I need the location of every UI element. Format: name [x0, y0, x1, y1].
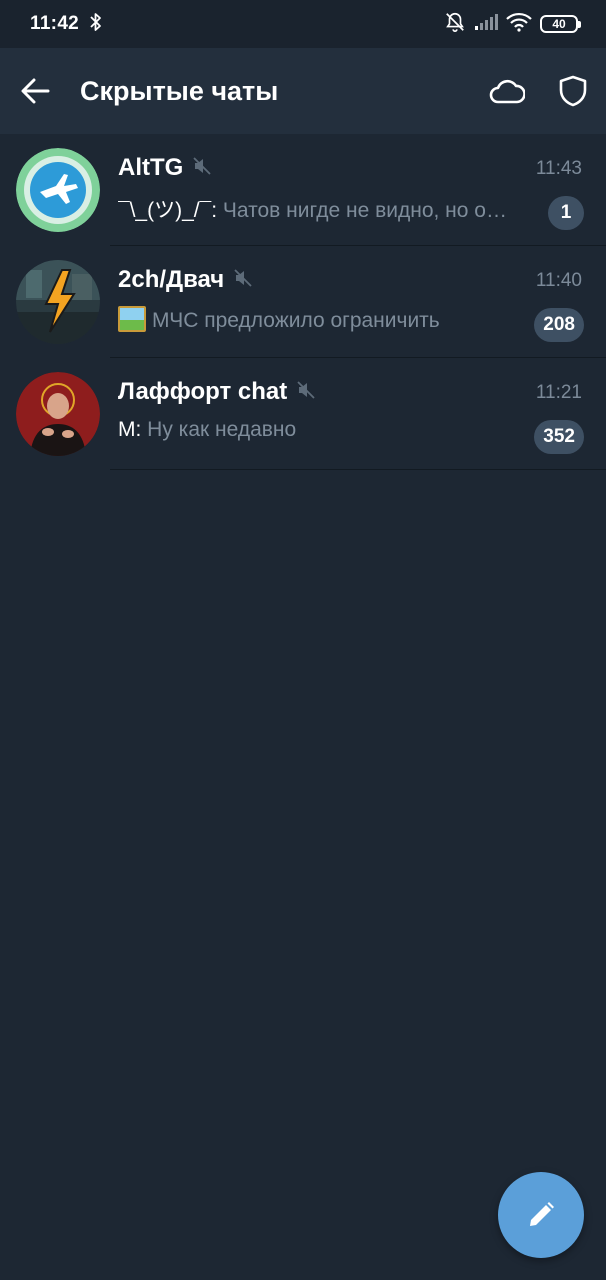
avatar [16, 148, 100, 232]
new-chat-button[interactable] [498, 1172, 584, 1258]
status-bar: 11:42 40 [0, 0, 606, 48]
page-title: Скрытые чаты [80, 75, 279, 106]
chat-time: 11:21 [535, 382, 582, 403]
chat-preview: М: Ну как недавно [118, 418, 510, 442]
chat-preview: МЧС предложило ограничить [118, 306, 510, 333]
chat-row-alttg[interactable]: AltTG 11:43 ¯\_(ツ)_/¯: Чатов нигде не ви… [0, 134, 606, 246]
chat-name: AltTG [118, 154, 184, 181]
photo-icon [118, 306, 146, 332]
chat-preview: ¯\_(ツ)_/¯: Чатов нигде не видно, но они … [118, 194, 510, 224]
privacy-button[interactable] [540, 48, 606, 134]
chat-time: 11:40 [535, 270, 582, 291]
avatar [16, 260, 100, 344]
chat-name: 2ch/Двач [118, 266, 225, 293]
battery-indicator: 40 [540, 15, 581, 33]
wifi-icon [506, 12, 532, 37]
arrow-back-icon [21, 78, 50, 104]
cloud-icon [489, 79, 525, 104]
divider [110, 469, 606, 470]
cloud-button[interactable] [474, 48, 540, 134]
pencil-icon [530, 1202, 554, 1226]
chat-name: Лаффорт chat [118, 378, 288, 405]
bluetooth-icon [89, 12, 103, 37]
chat-row-2ch[interactable]: 2ch/Двач 11:40 МЧС предложило ограничить… [0, 246, 606, 358]
chat-list: AltTG 11:43 ¯\_(ツ)_/¯: Чатов нигде не ви… [0, 134, 606, 470]
message-text: МЧС предложило ограничить [152, 309, 440, 332]
avatar [16, 372, 100, 456]
signal-icon [474, 13, 498, 36]
app-toolbar: Скрытые чаты [0, 48, 606, 134]
muted-icon [193, 156, 211, 180]
chat-row-laffort[interactable]: Лаффорт chat 11:21 М: Ну как недавно 352 [0, 358, 606, 470]
unread-badge: 1 [548, 196, 584, 230]
message-sender: ¯\_(ツ)_/¯: [118, 199, 223, 222]
chat-time: 11:43 [535, 158, 582, 179]
message-text: Чатов нигде не видно, но они есть [222, 199, 510, 222]
unread-badge: 352 [534, 420, 584, 454]
notifications-off-icon [444, 11, 466, 38]
message-text: Ну как недавно [147, 418, 297, 441]
muted-icon [297, 380, 315, 404]
status-time: 11:42 [30, 13, 80, 34]
shield-icon [559, 75, 587, 107]
back-button[interactable] [0, 48, 70, 134]
muted-icon [234, 268, 252, 292]
unread-badge: 208 [534, 308, 584, 342]
message-sender: М: [118, 418, 148, 441]
